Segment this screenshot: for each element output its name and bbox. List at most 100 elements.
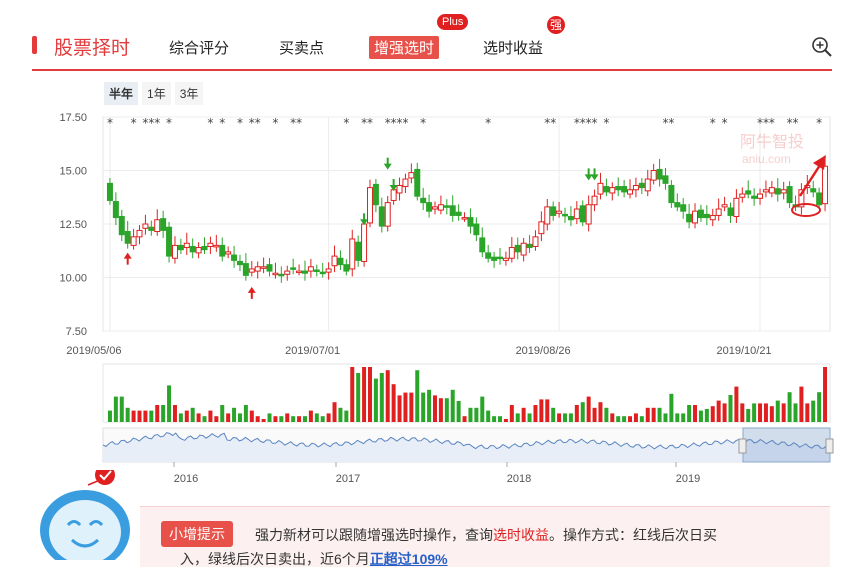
candle-body [632, 184, 639, 191]
volume-bar [610, 413, 615, 422]
volume-bar [704, 409, 709, 422]
chart-grid [102, 116, 831, 332]
candle-body [822, 165, 829, 205]
volume-bar [285, 413, 290, 422]
volume-bar [143, 410, 148, 422]
candle-body [384, 202, 391, 227]
volume-bar [604, 407, 609, 422]
candle-body [443, 205, 450, 208]
candle-body [680, 204, 687, 212]
buy-arrow-icon [123, 252, 132, 265]
candle-body [337, 257, 344, 266]
candle-body [426, 202, 433, 212]
volume-bar [125, 407, 130, 422]
signal-star: * [296, 116, 302, 130]
volume-bar [633, 413, 638, 422]
volume-bar [438, 398, 443, 422]
candle-body [538, 221, 545, 235]
volume-bar [551, 407, 556, 422]
volume-bar [645, 407, 650, 422]
candle-body [284, 270, 291, 275]
candle-body [260, 266, 267, 269]
volume-bar [113, 396, 118, 422]
tip-label: 小增提示 [161, 521, 233, 547]
x-tick-label: 2019/10/21 [717, 345, 772, 357]
tip-link-stat[interactable]: 正超过109% [370, 551, 448, 567]
volume-bar [338, 407, 343, 422]
signal-star: * [402, 116, 408, 130]
volume-bar [557, 413, 562, 422]
candle-body [774, 188, 781, 195]
volume-bar [663, 413, 668, 422]
candle-body [473, 223, 480, 236]
volume-bar [450, 389, 455, 422]
candle-body [591, 195, 598, 206]
volume-bar [492, 416, 497, 422]
x-tick-label: 2019/07/01 [285, 345, 340, 357]
signal-star: * [154, 116, 160, 130]
candle-body [195, 247, 202, 254]
volume-bar [379, 373, 384, 422]
volume-bar [137, 410, 142, 422]
candle-body [207, 242, 214, 247]
volume-bar [728, 395, 733, 422]
volume-bar [202, 416, 207, 422]
sell-arrow-icon [383, 157, 392, 170]
volume-bar [432, 395, 437, 422]
volume-bar [297, 416, 302, 422]
candle-body [118, 216, 125, 236]
navigator-year-label: 2019 [676, 473, 700, 485]
volume-bar [119, 396, 124, 422]
candle-body [816, 192, 823, 206]
y-tick-label: 17.50 [59, 112, 87, 124]
candle-body [372, 183, 379, 206]
candle-body [408, 172, 415, 179]
candle-body [231, 254, 238, 261]
candle-body [366, 187, 373, 224]
tip-text: 强力新材可以跟随增强选时操作，查询选时收益。操作方式：红线后次日买 [255, 525, 717, 545]
volume-bar [291, 416, 296, 422]
candle-body [550, 206, 557, 216]
volume-bar [403, 392, 408, 422]
candle-body [171, 244, 178, 259]
signal-star: * [343, 116, 349, 130]
tip-text-part: 。操作方式：红线后次日买 [549, 527, 717, 543]
signal-star: * [592, 116, 598, 130]
signal-star: * [107, 116, 113, 130]
mascot-robot-icon [40, 470, 130, 560]
volume-bar [693, 405, 698, 422]
volume-bar [480, 396, 485, 422]
candle-body [219, 244, 226, 257]
candle-body [762, 189, 769, 193]
candle-body [266, 264, 273, 272]
candle-body [278, 273, 285, 277]
candle-body [325, 268, 332, 273]
candle-body [431, 206, 438, 210]
candle-body [609, 187, 616, 194]
volume-bar [255, 416, 260, 422]
candle-body [390, 189, 397, 201]
volume-bar [681, 413, 686, 422]
volume-bar [344, 410, 349, 422]
signal-star: * [420, 116, 426, 130]
volume-bar [657, 407, 662, 422]
volume-bar [592, 407, 597, 422]
volume-bar [397, 395, 402, 422]
x-axis-ticks: 2019/05/06 2019/07/01 2019/08/26 2019/10/21 [66, 345, 771, 357]
candle-body [751, 195, 758, 199]
tip-link-returns[interactable]: 选时收益 [493, 527, 549, 543]
stock-chart[interactable]: 17.5015.0012.5010.007.50 2019/05/06 2019/… [0, 0, 857, 500]
candle-body [290, 267, 297, 270]
candle-body [810, 188, 817, 193]
volume-bar [167, 385, 172, 422]
candle-body [686, 213, 693, 223]
signal-star: * [131, 116, 137, 130]
volume-bar [267, 413, 272, 422]
signal-star: * [166, 116, 172, 130]
volume-bar [651, 407, 656, 422]
signal-star: * [367, 116, 373, 130]
candle-body [526, 243, 533, 249]
candle-body [692, 210, 699, 224]
volume-bar [184, 410, 189, 422]
volume-bar [350, 367, 355, 422]
